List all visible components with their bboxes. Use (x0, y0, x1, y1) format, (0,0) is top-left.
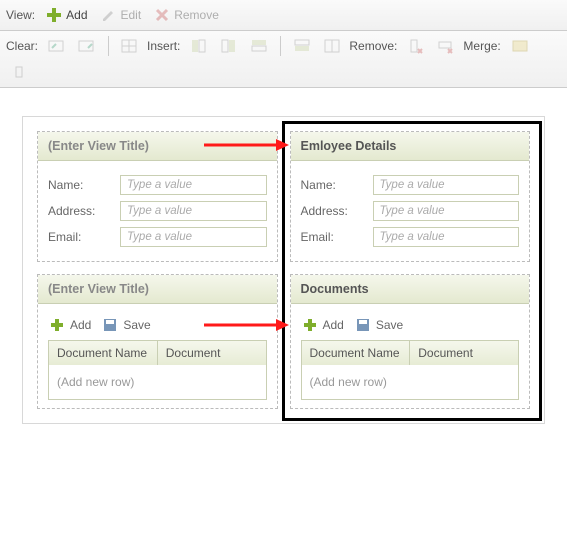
field-row: Name: Type a value (301, 175, 520, 195)
pencil-icon (100, 6, 118, 24)
field-input[interactable]: Type a value (373, 175, 520, 195)
insert-col-left-icon (190, 37, 208, 55)
remove2-label: Remove: (349, 39, 397, 53)
insert-btn-5 (319, 35, 345, 57)
field-input[interactable]: Type a value (120, 201, 267, 221)
view-body: Name: Type a value Address: Type a value… (38, 161, 277, 261)
column-header[interactable]: Document Name (302, 341, 411, 365)
merge-icon (511, 37, 529, 55)
view-body: Add Save Document Name Document (Add new… (38, 304, 277, 408)
insert-label: Insert: (147, 39, 180, 53)
save-icon (354, 316, 372, 334)
clear-btn-1 (44, 35, 70, 57)
separator (108, 36, 109, 56)
view-label: View: (6, 8, 35, 22)
view-toolbar: Add Save (48, 312, 267, 340)
field-input[interactable]: Type a value (373, 201, 520, 221)
remove-row-icon (437, 37, 455, 55)
insert-row-below (289, 35, 315, 57)
documents-table: Document Name Document (Add new row) (48, 340, 267, 400)
clear-btn-3 (117, 35, 143, 57)
field-label: Email: (48, 230, 120, 244)
merge-icon-2 (10, 63, 28, 81)
view-bottom-right[interactable]: Documents Add Save Do (290, 274, 531, 409)
views-grid: (Enter View Title) Name: Type a value Ad… (31, 125, 536, 415)
second-toolbar: Clear: Insert: Remove: Merge: (0, 31, 567, 88)
view-bottom-left[interactable]: (Enter View Title) Add Save (37, 274, 278, 409)
view-title[interactable]: (Enter View Title) (38, 275, 277, 304)
field-row: Name: Type a value (48, 175, 267, 195)
insert-col-right-icon (220, 37, 238, 55)
insert-row-below-icon (293, 37, 311, 55)
field-label: Email: (301, 230, 373, 244)
separator (280, 36, 281, 56)
remove-col (403, 35, 429, 57)
field-input[interactable]: Type a value (120, 227, 267, 247)
view-body: Add Save Document Name Document (Add new… (291, 304, 530, 408)
remove-row (433, 35, 459, 57)
column-header[interactable]: Document Name (49, 341, 158, 365)
grid-icon (121, 37, 139, 55)
insert-icon-5 (323, 37, 341, 55)
field-label: Address: (48, 204, 120, 218)
view-title[interactable]: Documents (291, 275, 530, 304)
field-label: Name: (48, 178, 120, 192)
view-title[interactable]: Emloyee Details (291, 132, 530, 161)
insert-col-right (216, 35, 242, 57)
table-header: Document Name Document (302, 341, 519, 365)
plus-icon (301, 316, 319, 334)
table-header: Document Name Document (49, 341, 266, 365)
field-row: Address: Type a value (48, 201, 267, 221)
save-button[interactable]: Save (354, 316, 403, 334)
column-header[interactable]: Document (158, 341, 266, 365)
merge-btn (507, 35, 533, 57)
column-header[interactable]: Document (410, 341, 518, 365)
view-toolbar: Add Save (301, 312, 520, 340)
view-title[interactable]: (Enter View Title) (38, 132, 277, 161)
merge-btn-2 (6, 61, 32, 83)
remove-col-icon (407, 37, 425, 55)
field-row: Address: Type a value (301, 201, 520, 221)
insert-row-above (246, 35, 272, 57)
add-button[interactable]: Add (48, 316, 91, 334)
field-label: Address: (301, 204, 373, 218)
main-toolbar: View: Add Edit Remove (0, 0, 567, 31)
save-button[interactable]: Save (101, 316, 150, 334)
view-edit-button: Edit (96, 4, 146, 26)
clear-btn-2 (74, 35, 100, 57)
view-top-right[interactable]: Emloyee Details Name: Type a value Addre… (290, 131, 531, 262)
documents-table: Document Name Document (Add new row) (301, 340, 520, 400)
field-row: Email: Type a value (48, 227, 267, 247)
clear-icon (48, 37, 66, 55)
x-icon (153, 6, 171, 24)
insert-row-above-icon (250, 37, 268, 55)
view-add-button[interactable]: Add (41, 4, 91, 26)
field-row: Email: Type a value (301, 227, 520, 247)
plus-icon (48, 316, 66, 334)
view-top-left[interactable]: (Enter View Title) Name: Type a value Ad… (37, 131, 278, 262)
field-input[interactable]: Type a value (373, 227, 520, 247)
outer-container: (Enter View Title) Name: Type a value Ad… (22, 116, 545, 424)
view-remove-button: Remove (149, 4, 223, 26)
empty-row[interactable]: (Add new row) (49, 365, 266, 399)
plus-icon (45, 6, 63, 24)
insert-col-left (186, 35, 212, 57)
clear-label: Clear: (6, 39, 38, 53)
merge-label: Merge: (463, 39, 500, 53)
clear-icon-2 (78, 37, 96, 55)
design-canvas: (Enter View Title) Name: Type a value Ad… (0, 88, 567, 452)
field-label: Name: (301, 178, 373, 192)
save-icon (101, 316, 119, 334)
field-input[interactable]: Type a value (120, 175, 267, 195)
empty-row[interactable]: (Add new row) (302, 365, 519, 399)
add-button[interactable]: Add (301, 316, 344, 334)
view-body: Name: Type a value Address: Type a value… (291, 161, 530, 261)
